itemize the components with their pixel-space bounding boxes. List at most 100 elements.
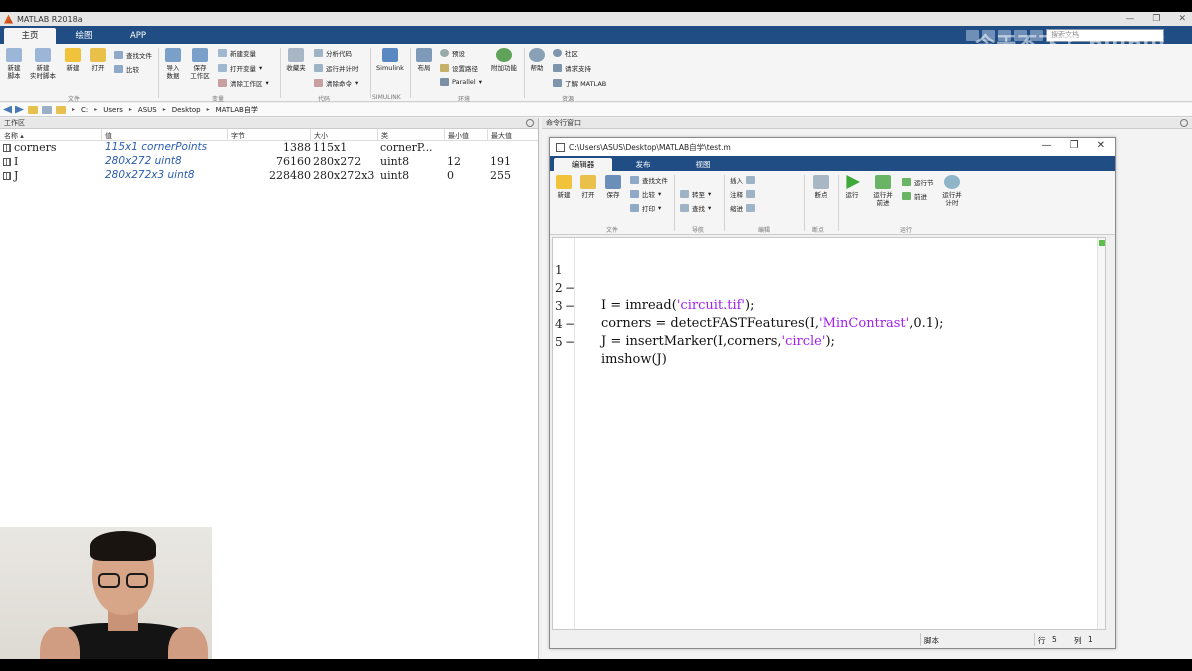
editor-comment-button[interactable]: 注释 — [730, 189, 755, 199]
editor-minimize-button[interactable]: — — [1042, 140, 1052, 151]
compare-label: 比较 — [126, 66, 139, 74]
tab-editor[interactable]: 编辑器 — [554, 158, 612, 171]
open-button[interactable]: 打开 — [88, 48, 108, 72]
simulink-label: Simulink — [376, 64, 404, 72]
advance-button[interactable]: 前进 — [902, 191, 927, 201]
run-section-button[interactable]: 运行节 — [902, 177, 934, 187]
col-max[interactable]: 最大值 — [491, 131, 512, 141]
browse-folder-icon[interactable] — [42, 105, 52, 114]
workspace-row-j[interactable]: J 280x272x3 uint8 228480 280x272x3 uint8… — [0, 169, 538, 183]
layout-button[interactable]: 布局 — [414, 48, 434, 72]
col-bytes[interactable]: 字节 — [231, 131, 245, 141]
maximize-button[interactable]: ❐ — [1152, 12, 1160, 26]
set-path-button[interactable]: 设置路径 — [440, 63, 478, 73]
editor-goto-button[interactable]: 转至 ▾ — [680, 189, 711, 199]
editor-print-button[interactable]: 打印 ▾ — [630, 203, 661, 213]
learn-matlab-button[interactable]: 了解 MATLAB — [553, 78, 606, 88]
code-analyzer-ok-icon[interactable] — [1099, 240, 1105, 246]
code-line-5[interactable]: 5 — [553, 315, 586, 349]
new-button[interactable]: 新建 — [62, 48, 84, 72]
workspace-row-corners[interactable]: corners 115x1 cornerPoints 1388 115x1 co… — [0, 141, 538, 155]
code-line-2[interactable]: 2 − corners = detectFASTFeatures(I,'MinC… — [553, 261, 944, 331]
col-value[interactable]: 值 — [105, 131, 112, 141]
col-size[interactable]: 大小 — [314, 131, 328, 141]
panel-actions-icon[interactable] — [1180, 119, 1188, 127]
col-name[interactable]: 名称 ▴ — [4, 131, 24, 141]
editor-open-button[interactable]: 打开 — [578, 175, 598, 199]
preferences-button[interactable]: 预设 — [440, 48, 465, 58]
editor-find-button[interactable]: 查找 ▾ — [680, 203, 711, 213]
column-divider[interactable] — [310, 129, 311, 141]
workspace-column-headers: 名称 ▴ 值 字节 大小 类 最小值 最大值 — [0, 129, 538, 141]
column-divider[interactable] — [444, 129, 445, 141]
breakpoints-button[interactable]: 断点 — [810, 175, 832, 199]
column-divider[interactable] — [227, 129, 228, 141]
up-folder-icon[interactable] — [28, 105, 38, 114]
home-ribbon: 新建 脚本 新建 实时脚本 新建 打开 查找文件 比较 文件 导入 数据 保存 … — [0, 44, 1192, 103]
editor-maximize-button[interactable]: ❐ — [1070, 140, 1079, 151]
run-and-time-button[interactable]: 运行并计时 — [314, 63, 359, 73]
editor-scrollbar[interactable] — [1097, 238, 1105, 629]
analyze-code-button[interactable]: 分析代码 — [314, 48, 352, 58]
workspace-row-i[interactable]: I 280x272 uint8 76160 280x272 uint8 12 1… — [0, 155, 538, 169]
parallel-button[interactable]: Parallel ▾ — [440, 78, 482, 86]
forward-arrow-icon[interactable] — [15, 105, 24, 114]
back-arrow-icon[interactable] — [3, 105, 12, 114]
run-and-advance-button[interactable]: 运行并 前进 — [868, 175, 898, 207]
help-question-icon — [529, 48, 545, 62]
resources-group-label: 资源 — [562, 96, 575, 103]
col-class[interactable]: 类 — [381, 131, 388, 141]
editor-save-button[interactable]: 保存 — [603, 175, 623, 199]
var-size: 280x272 — [313, 155, 362, 168]
column-divider[interactable] — [377, 129, 378, 141]
minimize-button[interactable]: — — [1125, 12, 1134, 26]
code-editor[interactable]: 1 − I = imread('circuit.tif'); 2 − corne… — [552, 237, 1106, 630]
clear-workspace-button[interactable]: 清除工作区 ▾ — [218, 78, 269, 88]
addons-button[interactable]: 附加功能 — [490, 48, 518, 72]
editor-indent-button[interactable]: 缩进 — [730, 203, 755, 213]
editor-find-files-button[interactable]: 查找文件 — [630, 175, 668, 185]
editor-open-label: 打开 — [581, 191, 595, 199]
breadcrumb-users[interactable]: Users — [103, 106, 123, 114]
close-button[interactable]: ✕ — [1178, 12, 1186, 26]
code-line-3[interactable]: 3 − J = insertMarker(I,corners,'circle')… — [553, 279, 835, 349]
tab-view[interactable]: 视图 — [674, 158, 732, 171]
help-button[interactable]: 帮助 — [528, 48, 546, 72]
breadcrumb-separator: ▸ — [72, 106, 76, 113]
run-and-time-editor-button[interactable]: 运行并 计时 — [938, 175, 966, 207]
breadcrumb-drive[interactable]: C: — [81, 106, 88, 114]
tab-apps[interactable]: APP — [112, 28, 164, 44]
breadcrumb-asus[interactable]: ASUS — [138, 106, 157, 114]
import-data-button[interactable]: 导入 数据 — [162, 48, 184, 80]
editor-insert-button[interactable]: 插入 — [730, 175, 755, 185]
breadcrumb-desktop[interactable]: Desktop — [172, 106, 201, 114]
editor-new-button[interactable]: 新建 — [554, 175, 574, 199]
editor-close-button[interactable]: ✕ — [1097, 140, 1105, 151]
breadcrumb-matlab-folder[interactable]: MATLAB自学 — [216, 105, 258, 115]
column-divider[interactable] — [487, 129, 488, 141]
compare-button[interactable]: 比较 — [114, 64, 139, 74]
tab-publish[interactable]: 发布 — [614, 158, 672, 171]
simulink-button[interactable]: Simulink — [374, 48, 406, 72]
gear-icon — [440, 49, 449, 57]
tab-plots[interactable]: 绘图 — [58, 28, 110, 44]
code-line-4[interactable]: 4 − imshow(J) — [553, 297, 667, 367]
new-live-script-button[interactable]: 新建 实时脚本 — [28, 48, 58, 80]
new-script-button[interactable]: 新建 脚本 — [4, 48, 24, 80]
editor-window-controls: — ❐ ✕ — [1042, 140, 1105, 151]
open-variable-button[interactable]: 打开变量 ▾ — [218, 63, 262, 73]
code-line-1[interactable]: 1 − I = imread('circuit.tif'); — [553, 243, 754, 313]
run-button[interactable]: 运行 — [842, 175, 862, 199]
favorites-button[interactable]: 收藏夹 — [284, 48, 308, 72]
community-button[interactable]: 社区 — [553, 48, 578, 58]
col-min[interactable]: 最小值 — [448, 131, 469, 141]
panel-actions-icon[interactable] — [526, 119, 534, 127]
clear-commands-button[interactable]: 清除命令 ▾ — [314, 78, 358, 88]
tab-home[interactable]: 主页 — [4, 28, 56, 44]
save-workspace-button[interactable]: 保存 工作区 — [187, 48, 213, 80]
request-support-button[interactable]: 请求支持 — [553, 63, 591, 73]
new-variable-button[interactable]: 新建变量 — [218, 48, 256, 58]
editor-compare-button[interactable]: 比较 ▾ — [630, 189, 661, 199]
find-files-button[interactable]: 查找文件 — [114, 50, 152, 60]
column-divider[interactable] — [101, 129, 102, 141]
